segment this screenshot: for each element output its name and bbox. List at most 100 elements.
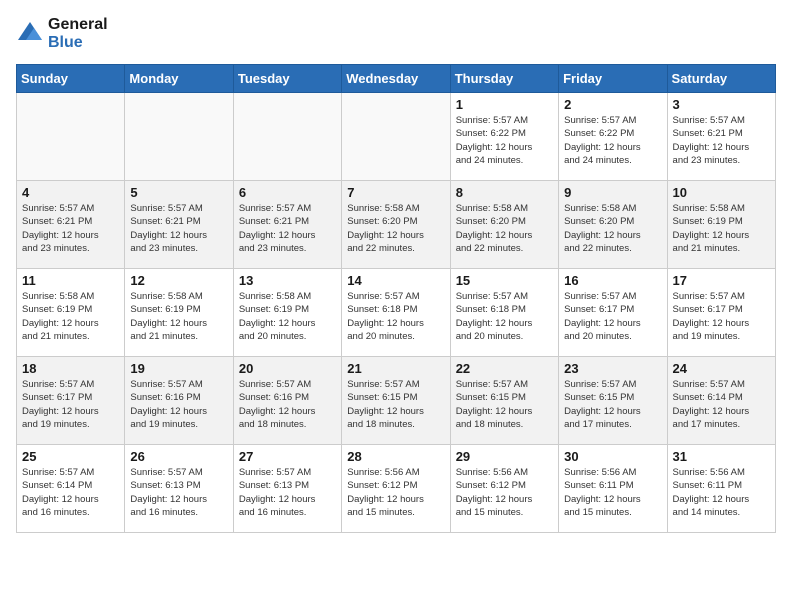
calendar-cell: 28 Sunrise: 5:56 AM Sunset: 6:12 PM Dayli… [342, 445, 450, 533]
day-info: Sunrise: 5:57 AM Sunset: 6:21 PM Dayligh… [22, 202, 119, 255]
day-info: Sunrise: 5:58 AM Sunset: 6:19 PM Dayligh… [130, 290, 227, 343]
day-info: Sunrise: 5:58 AM Sunset: 6:20 PM Dayligh… [564, 202, 661, 255]
calendar-cell: 24Sunrise: 5:57 AM Sunset: 6:14 PM Dayli… [667, 357, 775, 445]
calendar-cell: 16 Sunrise: 5:57 AM Sunset: 6:17 PM Dayli… [559, 269, 667, 357]
day-number: 26 [130, 449, 227, 464]
day-info: Sunrise: 5:56 AM Sunset: 6:11 PM Dayligh… [673, 466, 770, 519]
day-info: Sunrise: 5:57 AM Sunset: 6:13 PM Dayligh… [239, 466, 336, 519]
day-info: Sunrise: 5:57 AM Sunset: 6:17 PM Dayligh… [564, 290, 661, 343]
day-info: Sunrise: 5:57 AM Sunset: 6:14 PM Dayligh… [673, 378, 770, 431]
calendar-cell [233, 93, 341, 181]
day-info: Sunrise: 5:57 AM Sunset: 6:16 PM Dayligh… [130, 378, 227, 431]
calendar-cell: 11Sunrise: 5:58 AM Sunset: 6:19 PM Dayli… [17, 269, 125, 357]
day-number: 30 [564, 449, 661, 464]
column-header-wednesday: Wednesday [342, 65, 450, 93]
day-info: Sunrise: 5:57 AM Sunset: 6:15 PM Dayligh… [347, 378, 444, 431]
column-header-tuesday: Tuesday [233, 65, 341, 93]
day-number: 23 [564, 361, 661, 376]
week-row-5: 25Sunrise: 5:57 AM Sunset: 6:14 PM Dayli… [17, 445, 776, 533]
day-info: Sunrise: 5:57 AM Sunset: 6:17 PM Dayligh… [673, 290, 770, 343]
day-number: 2 [564, 97, 661, 112]
calendar-cell: 7 Sunrise: 5:58 AM Sunset: 6:20 PM Daylig… [342, 181, 450, 269]
day-number: 10 [673, 185, 770, 200]
day-number: 12 [130, 273, 227, 288]
day-info: Sunrise: 5:58 AM Sunset: 6:19 PM Dayligh… [673, 202, 770, 255]
day-info: Sunrise: 5:57 AM Sunset: 6:21 PM Dayligh… [673, 114, 770, 167]
day-number: 17 [673, 273, 770, 288]
day-number: 9 [564, 185, 661, 200]
day-number: 20 [239, 361, 336, 376]
day-number: 28 [347, 449, 444, 464]
day-number: 27 [239, 449, 336, 464]
day-info: Sunrise: 5:57 AM Sunset: 6:22 PM Dayligh… [564, 114, 661, 167]
calendar-cell: 30 Sunrise: 5:56 AM Sunset: 6:11 PM Dayli… [559, 445, 667, 533]
day-number: 19 [130, 361, 227, 376]
day-number: 25 [22, 449, 119, 464]
calendar-cell: 29 Sunrise: 5:56 AM Sunset: 6:12 PM Dayli… [450, 445, 558, 533]
calendar-cell: 10 Sunrise: 5:58 AM Sunset: 6:19 PM Dayli… [667, 181, 775, 269]
calendar-cell: 3 Sunrise: 5:57 AM Sunset: 6:21 PM Daylig… [667, 93, 775, 181]
day-info: Sunrise: 5:56 AM Sunset: 6:12 PM Dayligh… [456, 466, 553, 519]
day-number: 4 [22, 185, 119, 200]
calendar-cell: 20 Sunrise: 5:57 AM Sunset: 6:16 PM Dayli… [233, 357, 341, 445]
week-row-1: 1 Sunrise: 5:57 AM Sunset: 6:22 PM Daylig… [17, 93, 776, 181]
calendar-cell: 31 Sunrise: 5:56 AM Sunset: 6:11 PM Dayli… [667, 445, 775, 533]
column-header-friday: Friday [559, 65, 667, 93]
day-number: 8 [456, 185, 553, 200]
calendar-cell: 1 Sunrise: 5:57 AM Sunset: 6:22 PM Daylig… [450, 93, 558, 181]
calendar-cell: 14 Sunrise: 5:57 AM Sunset: 6:18 PM Dayli… [342, 269, 450, 357]
day-number: 1 [456, 97, 553, 112]
day-number: 5 [130, 185, 227, 200]
day-number: 7 [347, 185, 444, 200]
calendar-cell: 2 Sunrise: 5:57 AM Sunset: 6:22 PM Daylig… [559, 93, 667, 181]
day-number: 14 [347, 273, 444, 288]
column-header-saturday: Saturday [667, 65, 775, 93]
calendar-cell: 8Sunrise: 5:58 AM Sunset: 6:20 PM Daylig… [450, 181, 558, 269]
day-info: Sunrise: 5:57 AM Sunset: 6:15 PM Dayligh… [456, 378, 553, 431]
calendar-cell: 26Sunrise: 5:57 AM Sunset: 6:13 PM Dayli… [125, 445, 233, 533]
day-number: 16 [564, 273, 661, 288]
day-info: Sunrise: 5:58 AM Sunset: 6:19 PM Dayligh… [239, 290, 336, 343]
calendar-header-row: SundayMondayTuesdayWednesdayThursdayFrid… [17, 65, 776, 93]
day-number: 6 [239, 185, 336, 200]
day-info: Sunrise: 5:57 AM Sunset: 6:16 PM Dayligh… [239, 378, 336, 431]
calendar-cell: 27 Sunrise: 5:57 AM Sunset: 6:13 PM Dayli… [233, 445, 341, 533]
day-number: 29 [456, 449, 553, 464]
day-info: Sunrise: 5:57 AM Sunset: 6:15 PM Dayligh… [564, 378, 661, 431]
day-number: 3 [673, 97, 770, 112]
day-info: Sunrise: 5:58 AM Sunset: 6:20 PM Dayligh… [347, 202, 444, 255]
day-number: 13 [239, 273, 336, 288]
day-info: Sunrise: 5:57 AM Sunset: 6:18 PM Dayligh… [347, 290, 444, 343]
calendar-cell: 12 Sunrise: 5:58 AM Sunset: 6:19 PM Dayli… [125, 269, 233, 357]
calendar-cell: 21Sunrise: 5:57 AM Sunset: 6:15 PM Dayli… [342, 357, 450, 445]
calendar-table: SundayMondayTuesdayWednesdayThursdayFrid… [16, 64, 776, 533]
day-info: Sunrise: 5:57 AM Sunset: 6:22 PM Dayligh… [456, 114, 553, 167]
day-info: Sunrise: 5:57 AM Sunset: 6:18 PM Dayligh… [456, 290, 553, 343]
week-row-4: 18Sunrise: 5:57 AM Sunset: 6:17 PM Dayli… [17, 357, 776, 445]
calendar-cell: 13 Sunrise: 5:58 AM Sunset: 6:19 PM Dayli… [233, 269, 341, 357]
calendar-cell: 15 Sunrise: 5:57 AM Sunset: 6:18 PM Dayli… [450, 269, 558, 357]
day-info: Sunrise: 5:57 AM Sunset: 6:21 PM Dayligh… [239, 202, 336, 255]
day-info: Sunrise: 5:56 AM Sunset: 6:12 PM Dayligh… [347, 466, 444, 519]
week-row-2: 4 Sunrise: 5:57 AM Sunset: 6:21 PM Daylig… [17, 181, 776, 269]
column-header-thursday: Thursday [450, 65, 558, 93]
calendar-cell: 25Sunrise: 5:57 AM Sunset: 6:14 PM Dayli… [17, 445, 125, 533]
calendar-cell [342, 93, 450, 181]
calendar-cell: 4 Sunrise: 5:57 AM Sunset: 6:21 PM Daylig… [17, 181, 125, 269]
day-number: 11 [22, 273, 119, 288]
column-header-monday: Monday [125, 65, 233, 93]
column-header-sunday: Sunday [17, 65, 125, 93]
day-info: Sunrise: 5:56 AM Sunset: 6:11 PM Dayligh… [564, 466, 661, 519]
day-number: 22 [456, 361, 553, 376]
calendar-cell: 17 Sunrise: 5:57 AM Sunset: 6:17 PM Dayli… [667, 269, 775, 357]
day-number: 15 [456, 273, 553, 288]
logo-text: General Blue [48, 16, 108, 52]
day-info: Sunrise: 5:57 AM Sunset: 6:21 PM Dayligh… [130, 202, 227, 255]
day-info: Sunrise: 5:57 AM Sunset: 6:17 PM Dayligh… [22, 378, 119, 431]
week-row-3: 11 Sunrise: 5:58 AM Sunset: 6:19 PM Dayli… [17, 269, 776, 357]
page-header: General Blue [16, 16, 776, 52]
logo-icon [16, 20, 44, 48]
calendar-cell: 5 Sunrise: 5:57 AM Sunset: 6:21 PM Daylig… [125, 181, 233, 269]
day-number: 31 [673, 449, 770, 464]
calendar-cell [17, 93, 125, 181]
